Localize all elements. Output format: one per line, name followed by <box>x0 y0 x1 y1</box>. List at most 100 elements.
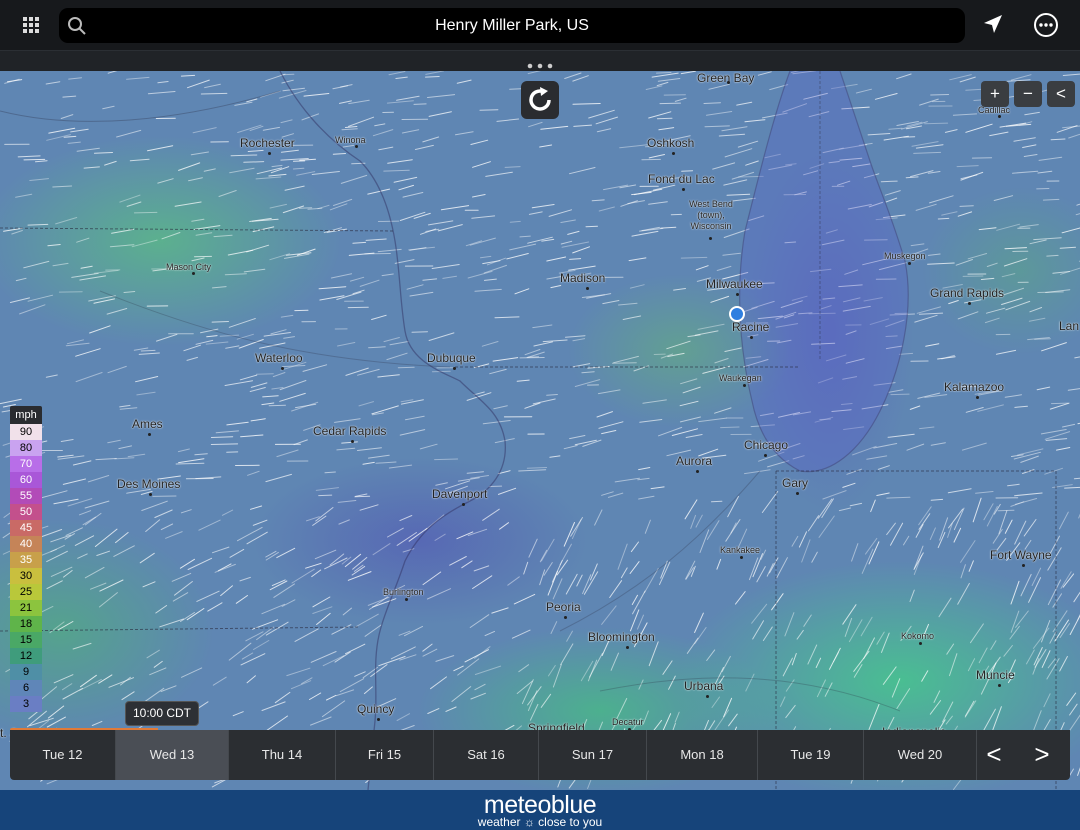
legend-value: 55 <box>10 488 42 504</box>
city-label: Aurora <box>676 454 713 468</box>
city-label: Burlington <box>383 587 424 597</box>
city-label: Muncie <box>976 668 1015 682</box>
legend-value: 40 <box>10 536 42 552</box>
city-dot <box>968 302 971 305</box>
city-label: Chicago <box>744 438 789 452</box>
city-dot <box>355 145 358 148</box>
city-dot <box>998 115 1001 118</box>
city-dot <box>351 440 354 443</box>
city-dot <box>998 684 1001 687</box>
day-tab[interactable]: Mon 18 <box>647 730 758 780</box>
zoom-out-button[interactable]: − <box>1014 81 1042 107</box>
city-dot <box>462 503 465 506</box>
city-dot <box>740 556 743 559</box>
footer-banner: meteoblue weather ☼ close to you <box>0 790 1080 830</box>
city-dot <box>1022 564 1025 567</box>
city-dot <box>764 454 767 457</box>
city-label: Quincy <box>357 702 395 716</box>
legend-unit: mph <box>10 406 42 424</box>
legend-value: 15 <box>10 632 42 648</box>
location-pin[interactable] <box>729 306 745 322</box>
city-dot <box>736 293 739 296</box>
city-label: Grand Rapids <box>930 286 1005 300</box>
legend-value: 90 <box>10 424 42 440</box>
city-dot <box>727 81 730 84</box>
legend-value: 35 <box>10 552 42 568</box>
location-text: Henry Miller Park, US <box>435 17 589 34</box>
panel-handle-bar <box>0 50 1080 72</box>
day-tab[interactable]: Sat 16 <box>434 730 539 780</box>
city-dot <box>626 646 629 649</box>
city-dot <box>796 492 799 495</box>
legend-value: 30 <box>10 568 42 584</box>
city-dot <box>672 152 675 155</box>
city-label: Bloomington <box>588 630 655 644</box>
city-dot <box>750 336 753 339</box>
city-label: Madison <box>560 271 606 285</box>
city-dot <box>377 718 380 721</box>
location-arrow-icon[interactable] <box>980 12 1006 38</box>
city-label: Rochester <box>240 136 295 150</box>
day-tab[interactable]: Wed 13 <box>116 730 229 780</box>
brand-tagline: weather ☼ close to you <box>477 815 603 829</box>
day-tab[interactable]: Wed 20 <box>864 730 977 780</box>
city-dot <box>453 367 456 370</box>
city-label: Muskegon <box>884 251 926 261</box>
legend-value: 3 <box>10 696 42 712</box>
more-options-icon[interactable] <box>1032 11 1060 39</box>
city-label: Green Bay <box>697 71 755 85</box>
city-dot <box>149 493 152 496</box>
legend-value: 80 <box>10 440 42 456</box>
legend-value: 60 <box>10 472 42 488</box>
city-dot <box>743 384 746 387</box>
search-input[interactable]: Henry Miller Park, US <box>59 8 965 43</box>
city-dot <box>976 396 979 399</box>
city-label: Waterloo <box>255 351 303 365</box>
city-dot <box>709 237 712 240</box>
day-selector: Tue 12 Wed 13 Thu 14 Fri 15 Sat 16 Sun 17 Mon … <box>10 730 1070 780</box>
city-dot <box>706 695 709 698</box>
city-label: Fort Wayne <box>990 548 1052 562</box>
city-label: Kankakee <box>720 545 761 555</box>
wind-map[interactable]: Green Bay Rochester Winona Oshkosh Fond du L… <box>0 71 1080 790</box>
city-label: Decatur <box>612 717 644 727</box>
top-bar: Henry Miller Park, US <box>0 0 1080 50</box>
legend-value: 50 <box>10 504 42 520</box>
city-label: Oshkosh <box>647 136 695 150</box>
legend-value: 21 <box>10 600 42 616</box>
apps-grid-icon[interactable] <box>16 10 46 40</box>
city-dot <box>148 433 151 436</box>
city-dot <box>564 616 567 619</box>
collapse-button[interactable]: < <box>1047 81 1075 107</box>
legend-value: 6 <box>10 680 42 696</box>
day-tab[interactable]: Sun 17 <box>539 730 647 780</box>
day-tab[interactable]: Thu 14 <box>229 730 336 780</box>
city-label: Waukegan <box>719 373 762 383</box>
legend-value: 9 <box>10 664 42 680</box>
city-dot <box>192 272 195 275</box>
day-tab[interactable]: Tue 19 <box>758 730 864 780</box>
legend-value: 70 <box>10 456 42 472</box>
city-label: Mason City <box>166 262 212 272</box>
wind-speed-legend: mph 90 80 70 60 55 50 45 40 35 30 25 21 18 15 12 9 6 3 <box>10 406 42 712</box>
next-day-button[interactable]: > <box>1018 730 1066 780</box>
city-label: Milwaukee <box>706 277 763 291</box>
city-label: Winona <box>335 135 366 145</box>
day-tab[interactable]: Fri 15 <box>336 730 434 780</box>
city-dot <box>908 262 911 265</box>
city-label: West Bend (town), Wisconsin <box>689 199 733 231</box>
city-dot <box>405 598 408 601</box>
city-label: Peoria <box>546 600 581 614</box>
day-tab[interactable]: Tue 12 <box>10 730 116 780</box>
current-time-chip: 10:00 CDT <box>125 701 199 726</box>
prev-day-button[interactable]: < <box>970 730 1018 780</box>
drag-handle-icon[interactable] <box>526 57 554 69</box>
refresh-icon[interactable] <box>521 81 559 119</box>
city-dot <box>682 188 685 191</box>
zoom-in-button[interactable]: + <box>981 81 1009 107</box>
city-label: Urbana <box>684 679 724 693</box>
city-dot <box>268 152 271 155</box>
city-label: Davenport <box>432 487 488 501</box>
city-dot <box>281 367 284 370</box>
city-dot <box>586 287 589 290</box>
